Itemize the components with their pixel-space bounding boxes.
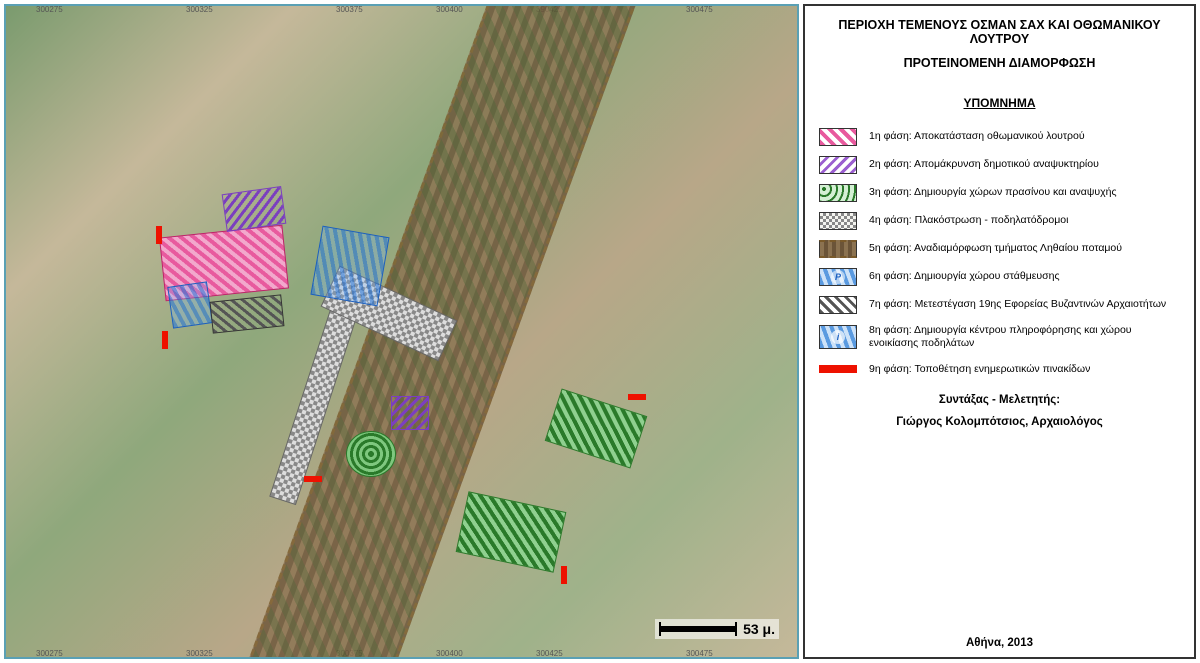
swatch-red-solid bbox=[819, 365, 857, 373]
sign-marker-phase9 bbox=[162, 331, 168, 349]
legend-item-phase7: 7η φάση: Μετεστέγαση 19ης Εφορείας Βυζαν… bbox=[819, 296, 1180, 314]
coord-tick: 300400 bbox=[436, 649, 463, 658]
coord-tick: 300325 bbox=[186, 5, 213, 14]
legend-panel: ΠΕΡΙΟΧΗ ΤΕΜΕΝΟΥΣ ΟΣΜΑΝ ΣΑΧ ΚΑΙ ΟΘΩΜΑΝΙΚΟ… bbox=[803, 4, 1196, 659]
legend-heading: ΥΠΟΜΝΗΜΑ bbox=[819, 96, 1180, 110]
coord-tick: 300475 bbox=[686, 649, 713, 658]
map-title-line1: ΠΕΡΙΟΧΗ ΤΕΜΕΝΟΥΣ ΟΣΜΑΝ ΣΑΧ ΚΑΙ ΟΘΩΜΑΝΙΚΟ… bbox=[819, 18, 1180, 46]
swatch-green-dots bbox=[819, 184, 857, 202]
legend-label: 2η φάση: Απομάκρυνση δημοτικού αναψυκτηρ… bbox=[869, 158, 1099, 171]
author-name: Γιώργος Κολομπότσιος, Αρχαιολόγος bbox=[819, 416, 1180, 428]
swatch-info-icon bbox=[819, 325, 857, 349]
coord-tick: 300325 bbox=[186, 649, 213, 658]
relocation-zone-phase7 bbox=[210, 294, 285, 333]
parking-zone-phase6 bbox=[310, 226, 389, 307]
coord-tick: 300275 bbox=[36, 649, 63, 658]
legend-item-phase2: 2η φάση: Απομάκρυνση δημοτικού αναψυκτηρ… bbox=[819, 156, 1180, 174]
coord-tick: 300400 bbox=[436, 5, 463, 14]
legend-item-phase5: 5η φάση: Αναδιαμόρφωση τμήματος Ληθαίου … bbox=[819, 240, 1180, 258]
info-center-phase8 bbox=[167, 281, 212, 328]
author-heading: Συντάξας - Μελετητής: bbox=[819, 394, 1180, 406]
green-space-phase3 bbox=[545, 388, 648, 468]
legend-label: 4η φάση: Πλακόστρωση - ποδηλατόδρομοι bbox=[869, 214, 1068, 227]
author-block: Συντάξας - Μελετητής: Γιώργος Κολομπότσι… bbox=[819, 394, 1180, 428]
swatch-paving-dots bbox=[819, 212, 857, 230]
swatch-parking-icon bbox=[819, 268, 857, 286]
legend-item-phase9: 9η φάση: Τοποθέτηση ενημερωτικών πινακίδ… bbox=[819, 360, 1180, 378]
scale-bar-line bbox=[659, 626, 737, 632]
map-panel: 300275 300325 300375 300400 390425 30047… bbox=[4, 4, 799, 659]
swatch-gray-hatch bbox=[819, 296, 857, 314]
scale-bar: 53 μ. bbox=[655, 619, 779, 639]
sign-marker-phase9 bbox=[156, 226, 162, 244]
sign-marker-phase9 bbox=[628, 394, 646, 400]
purple-zone-phase2 bbox=[391, 396, 429, 430]
legend-label: 5η φάση: Αναδιαμόρφωση τμήματος Ληθαίου … bbox=[869, 242, 1122, 255]
green-space-phase3 bbox=[456, 491, 567, 572]
sign-marker-phase9 bbox=[561, 566, 567, 584]
swatch-purple-hatch bbox=[819, 156, 857, 174]
legend-label: 8η φάση: Δημιουργία κέντρου πληροφόρησης… bbox=[869, 324, 1180, 350]
legend-label: 6η φάση: Δημιουργία χώρου στάθμευσης bbox=[869, 270, 1060, 283]
swatch-pink-hatch bbox=[819, 128, 857, 146]
scale-bar-label: 53 μ. bbox=[743, 621, 775, 637]
legend-item-phase3: 3η φάση: Δημιουργία χώρων πρασίνου και α… bbox=[819, 184, 1180, 202]
legend-label: 3η φάση: Δημιουργία χώρων πρασίνου και α… bbox=[869, 186, 1117, 199]
sign-marker-phase9 bbox=[304, 476, 322, 482]
coord-tick: 300425 bbox=[536, 649, 563, 658]
coord-tick: 300475 bbox=[686, 5, 713, 14]
legend-item-phase1: 1η φάση: Αποκατάσταση οθωμανικού λουτρού bbox=[819, 128, 1180, 146]
legend-item-phase4: 4η φάση: Πλακόστρωση - ποδηλατόδρομοι bbox=[819, 212, 1180, 230]
legend-label: 1η φάση: Αποκατάσταση οθωμανικού λουτρού bbox=[869, 130, 1085, 143]
aerial-photo: 300275 300325 300375 300400 390425 30047… bbox=[6, 6, 797, 657]
coord-tick: 300375 bbox=[336, 5, 363, 14]
place-date: Αθήνα, 2013 bbox=[819, 617, 1180, 649]
legend-label: 9η φάση: Τοποθέτηση ενημερωτικών πινακίδ… bbox=[869, 363, 1090, 376]
legend-item-phase6: 6η φάση: Δημιουργία χώρου στάθμευσης bbox=[819, 268, 1180, 286]
coord-tick: 300275 bbox=[36, 5, 63, 14]
legend-list: 1η φάση: Αποκατάσταση οθωμανικού λουτρού… bbox=[819, 128, 1180, 378]
green-space-phase3 bbox=[346, 431, 396, 477]
map-title-line2: ΠΡΟΤΕΙΝΟΜΕΝΗ ΔΙΑΜΟΡΦΩΣΗ bbox=[819, 56, 1180, 70]
legend-item-phase8: 8η φάση: Δημιουργία κέντρου πληροφόρησης… bbox=[819, 324, 1180, 350]
swatch-river-pattern bbox=[819, 240, 857, 258]
legend-label: 7η φάση: Μετεστέγαση 19ης Εφορείας Βυζαν… bbox=[869, 298, 1166, 311]
